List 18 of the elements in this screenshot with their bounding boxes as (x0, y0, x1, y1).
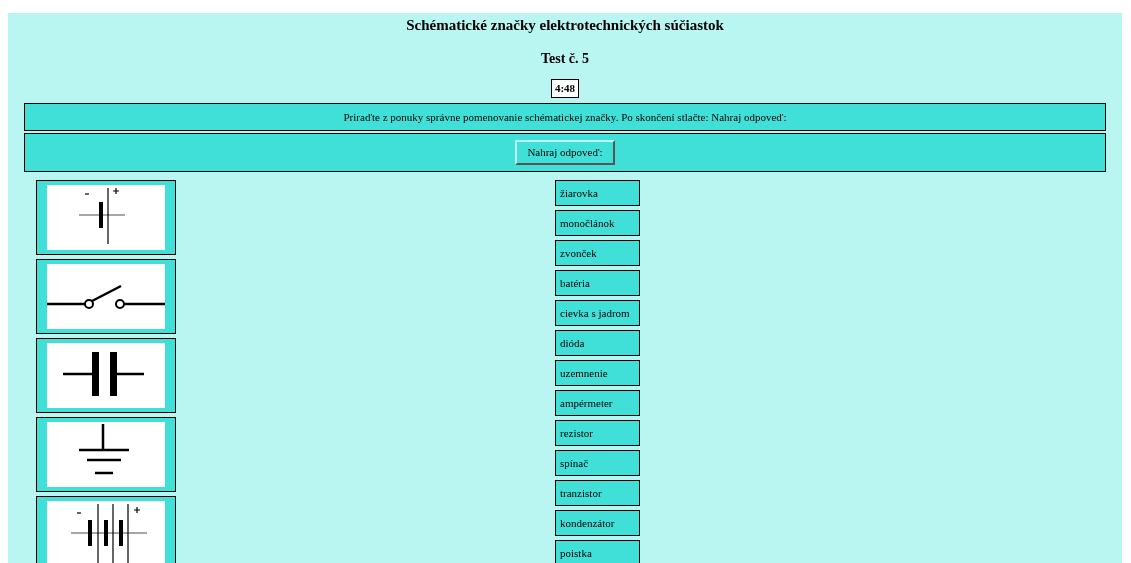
answer-chip[interactable]: cievka s jadrom (555, 299, 640, 326)
answer-chip[interactable]: poistka (555, 539, 640, 563)
page-title: Schématické značky elektrotechnických súčiastok (406, 16, 724, 35)
countdown-timer: 4:48 (550, 78, 580, 98)
instruction-banner: Priraďte z ponuky správne pomenovanie schématickej značky. Po skončení stlačte: Nahraj odpoveď: (24, 102, 1106, 131)
answer-chip[interactable]: dióda (555, 329, 640, 356)
answer-chip[interactable]: zvonček (555, 239, 640, 266)
answer-chip[interactable]: ampérmeter (555, 389, 640, 416)
answer-chip[interactable]: batéria (555, 269, 640, 296)
answer-chip[interactable]: rezistor (555, 419, 640, 446)
answer-chip[interactable]: spínač (555, 449, 640, 476)
answer-chip[interactable]: uzemnenie (555, 359, 640, 386)
answer-chip[interactable]: monočlánok (555, 209, 640, 236)
test-subtitle: Test č. 5 (540, 49, 590, 68)
submit-button[interactable]: Nahraj odpoveď: (515, 139, 615, 165)
answer-chip[interactable]: tranzistor (555, 479, 640, 506)
answer-chip[interactable]: kondenzátor (555, 509, 640, 536)
answer-chip[interactable]: žiarovka (555, 179, 640, 206)
